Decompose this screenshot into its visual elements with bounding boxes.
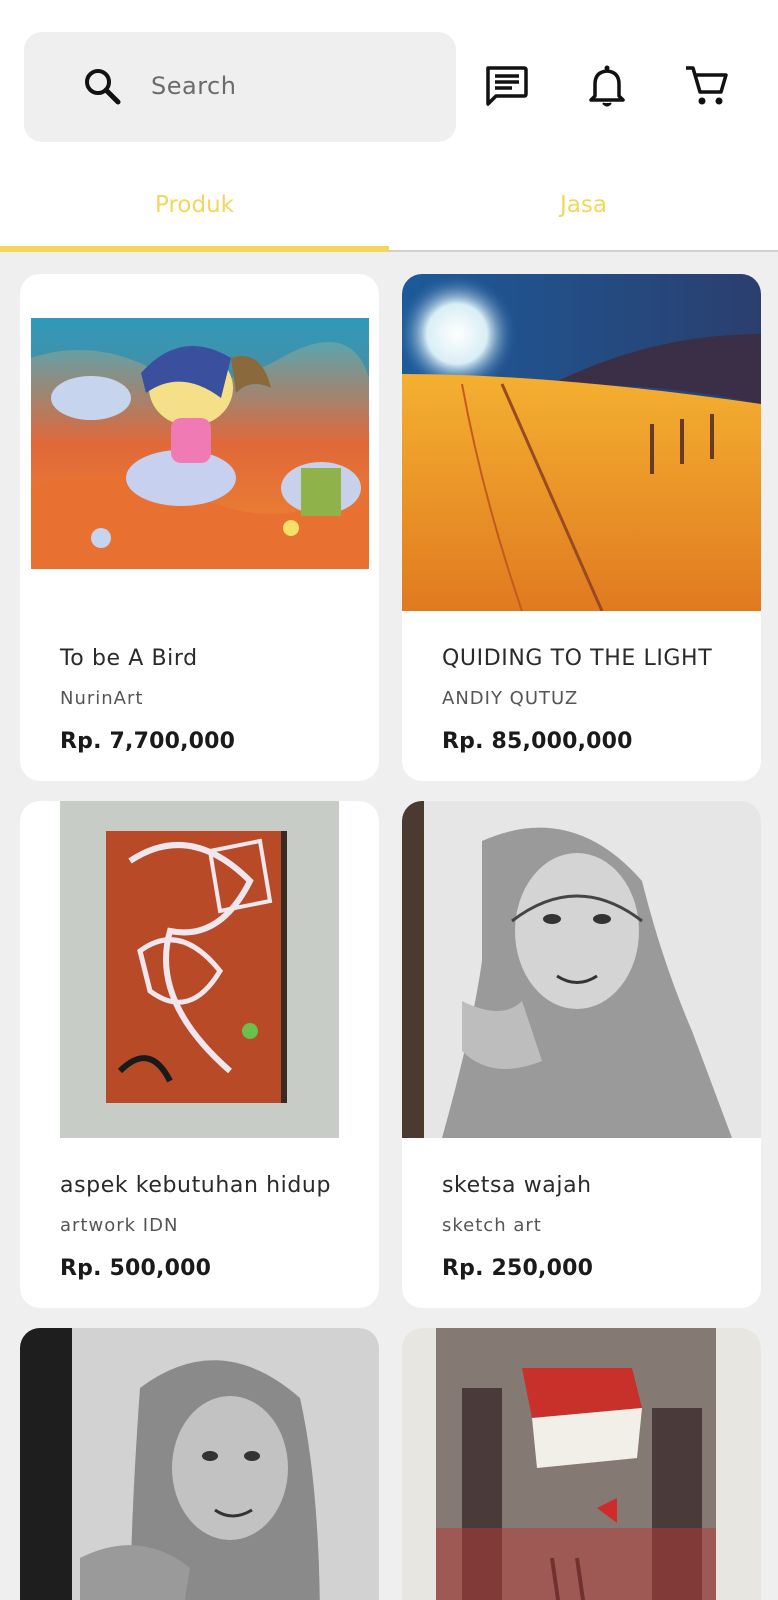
product-seller: NurinArt — [60, 688, 144, 709]
search-icon — [82, 66, 124, 108]
search-input[interactable]: Search — [24, 32, 456, 142]
product-seller: ANDIY QUTUZ — [442, 688, 579, 709]
product-seller: artwork IDN — [60, 1215, 179, 1236]
product-card[interactable]: To be A Bird NurinArt Rp. 7,700,000 — [20, 274, 379, 781]
product-title: aspek kebutuhan hidup — [60, 1173, 332, 1198]
product-price: Rp. 85,000,000 — [442, 729, 633, 754]
product-seller: sketch art — [442, 1215, 542, 1236]
product-price: Rp. 250,000 — [442, 1256, 594, 1281]
product-card[interactable] — [402, 1328, 761, 1600]
active-tab-indicator — [0, 246, 389, 252]
tab-bar: Produk Jasa — [0, 160, 778, 252]
chat-icon[interactable] — [482, 62, 530, 110]
top-bar: Search — [0, 0, 778, 160]
product-title: To be A Bird — [60, 646, 198, 671]
product-image — [402, 1328, 761, 1600]
product-card[interactable]: sketsa wajah sketch art Rp. 250,000 — [402, 801, 761, 1308]
product-price: Rp. 7,700,000 — [60, 729, 236, 754]
product-title: sketsa wajah — [442, 1173, 592, 1198]
product-title: QUIDING TO THE LIGHT — [442, 646, 713, 671]
tab-produk[interactable]: Produk — [0, 160, 389, 252]
product-card[interactable]: aspek kebutuhan hidup artwork IDN Rp. 50… — [20, 801, 379, 1308]
product-image — [402, 274, 761, 615]
product-image — [402, 801, 761, 1142]
cart-icon[interactable] — [683, 62, 731, 110]
product-image — [20, 1328, 379, 1600]
bell-icon[interactable] — [583, 62, 631, 110]
search-placeholder: Search — [151, 72, 237, 100]
tab-jasa[interactable]: Jasa — [389, 160, 778, 252]
product-price: Rp. 500,000 — [60, 1256, 212, 1281]
product-image — [31, 318, 369, 573]
product-card[interactable] — [20, 1328, 379, 1600]
app-root: Search Produk Jasa To be A Bird NurinArt… — [0, 0, 778, 1600]
product-card[interactable]: QUIDING TO THE LIGHT ANDIY QUTUZ Rp. 85,… — [402, 274, 761, 781]
product-image — [60, 801, 339, 1142]
